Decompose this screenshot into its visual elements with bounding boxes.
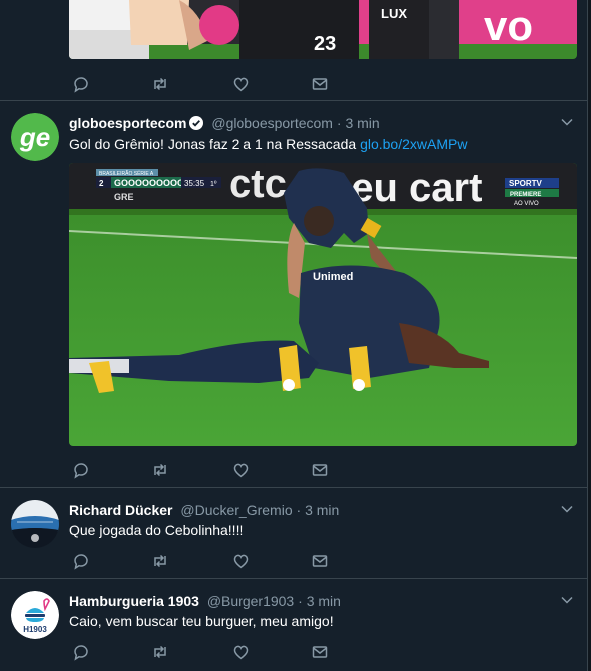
tweet-body: Gol do Grêmio! Jonas faz 2 a 1 na Ressac… [69, 136, 357, 152]
display-name[interactable]: Richard Dücker [69, 502, 172, 518]
tweet-text: Que jogada do Cebolinha!!!! [69, 522, 244, 538]
globo-logo: ge [19, 122, 50, 152]
tweet-header: Richard Dücker @Ducker_Gremio · 3 min [69, 502, 339, 518]
tweet-link[interactable]: glo.bo/2xwAMPw [360, 136, 467, 152]
retweet-icon[interactable] [151, 552, 169, 570]
reply-icon[interactable] [72, 461, 90, 479]
separator-dot: · [296, 502, 302, 518]
timestamp[interactable]: 3 min [345, 115, 379, 131]
scoreboard-goal-text: GOOOOOOOOOL! [114, 178, 193, 188]
user-handle[interactable]: @Ducker_Gremio [180, 502, 292, 518]
tweet-hamburgueria-1903[interactable]: H1903 Hamburgueria 1903 @Burger1903 · 3 … [0, 579, 588, 671]
avatar[interactable]: ge [11, 113, 59, 161]
retweet-icon[interactable] [151, 461, 169, 479]
direct-message-icon[interactable] [311, 75, 329, 93]
svg-text:ctc: ctc [229, 163, 287, 206]
tweet-text: Caio, vem buscar teu burguer, meu amigo! [69, 613, 334, 629]
reply-icon[interactable] [72, 643, 90, 661]
tweet-header: globoesportecom @globoesportecom · 3 min [69, 115, 380, 131]
timestamp[interactable]: 3 min [305, 502, 339, 518]
retweet-icon[interactable] [151, 643, 169, 661]
verified-icon [189, 116, 204, 130]
scoreboard-home: GRE [114, 192, 134, 202]
scoreboard-half: 1º [210, 181, 217, 188]
reply-icon[interactable] [72, 75, 90, 93]
scoreboard-home-score: 2 [99, 179, 104, 188]
scoreboard-clock: 35:35 [184, 179, 205, 188]
shirt-number: 23 [314, 33, 336, 55]
avatar-label: H1903 [23, 625, 47, 634]
timestamp[interactable]: 3 min [307, 593, 341, 609]
direct-message-icon[interactable] [311, 552, 329, 570]
like-icon[interactable] [232, 461, 250, 479]
banner-text-partial: LUX [381, 6, 407, 21]
tweet-media-image[interactable]: 23 LUX vo [69, 0, 577, 59]
tweet-richard-ducker[interactable]: Richard Dücker @Ducker_Gremio · 3 min Qu… [0, 488, 588, 579]
user-handle[interactable]: @Burger1903 [207, 593, 294, 609]
avatar[interactable] [11, 500, 59, 548]
banner-text: vo [484, 2, 533, 49]
shirt-sponsor: Unimed [313, 271, 353, 283]
chevron-down-icon[interactable] [560, 115, 574, 129]
tweet-media-image[interactable]: ctc é seu cart BRASILEIRÃO SÉRIE A 2 GOO… [69, 163, 577, 446]
chevron-down-icon[interactable] [560, 593, 574, 607]
channel-sub: PREMIERE [510, 192, 541, 198]
direct-message-icon[interactable] [311, 643, 329, 661]
channel-live: AO VIVO [514, 201, 539, 207]
display-name[interactable]: Hamburgueria 1903 [69, 593, 199, 609]
avatar[interactable]: H1903 [11, 591, 59, 639]
channel-name: SPORTV [509, 179, 543, 188]
tweet-previous[interactable]: 23 LUX vo [0, 0, 588, 101]
tweet-globoesportecom[interactable]: ge globoesportecom @globoesportecom · 3 … [0, 101, 588, 488]
direct-message-icon[interactable] [311, 461, 329, 479]
like-icon[interactable] [232, 643, 250, 661]
scoreboard-competition: BRASILEIRÃO SÉRIE A [99, 170, 154, 177]
tweet-header: Hamburgueria 1903 @Burger1903 · 3 min [69, 593, 341, 609]
display-name[interactable]: globoesportecom [69, 115, 186, 131]
reply-icon[interactable] [72, 552, 90, 570]
retweet-icon[interactable] [151, 75, 169, 93]
tweet-text: Gol do Grêmio! Jonas faz 2 a 1 na Ressac… [69, 136, 467, 152]
chevron-down-icon[interactable] [560, 502, 574, 516]
like-icon[interactable] [232, 552, 250, 570]
separator-dot: · [336, 115, 342, 131]
user-handle[interactable]: @globoesportecom [211, 115, 333, 131]
separator-dot: · [298, 593, 303, 609]
timeline: 23 LUX vo ge globoesportecom @globoespor… [0, 0, 588, 671]
like-icon[interactable] [232, 75, 250, 93]
